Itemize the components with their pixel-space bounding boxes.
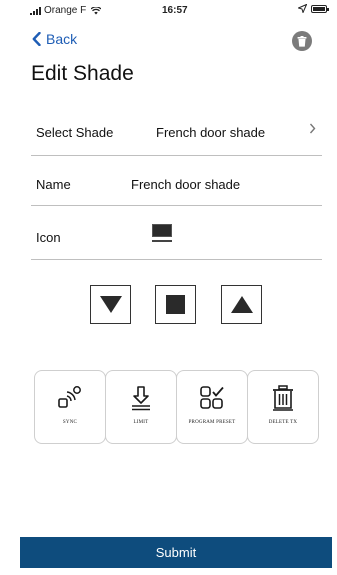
back-label: Back bbox=[46, 31, 78, 47]
name-label: Name bbox=[36, 177, 71, 192]
chevron-right-icon bbox=[309, 123, 316, 134]
wifi-icon bbox=[91, 6, 102, 14]
action-tiles: SYNC LIMIT PROGRAM PRESET DELETE TX bbox=[34, 370, 320, 444]
name-row[interactable]: Name French door shade bbox=[31, 166, 322, 206]
status-bar: Orange F 16:57 bbox=[30, 2, 329, 18]
shade-up-button[interactable] bbox=[221, 285, 262, 324]
name-field[interactable]: French door shade bbox=[131, 177, 240, 192]
carrier-label: Orange F bbox=[44, 5, 87, 16]
stop-icon bbox=[166, 295, 185, 314]
limit-icon bbox=[132, 386, 150, 411]
submit-label: Submit bbox=[155, 545, 197, 560]
delete-tx-label: DELETE TX bbox=[268, 420, 298, 425]
clock-time: 16:57 bbox=[162, 5, 188, 16]
shade-icon-picker[interactable] bbox=[152, 224, 172, 242]
arrow-down-icon bbox=[99, 296, 122, 313]
limit-label: LIMIT bbox=[133, 420, 149, 425]
chevron-left-icon bbox=[32, 32, 41, 46]
icon-row[interactable]: Icon bbox=[31, 218, 322, 260]
select-shade-value: French door shade bbox=[156, 125, 266, 140]
status-right bbox=[298, 4, 329, 13]
select-shade-row[interactable]: Select Shade French door shade bbox=[31, 114, 322, 156]
sync-icon bbox=[58, 386, 81, 408]
trash-icon bbox=[297, 35, 307, 47]
arrow-up-icon bbox=[230, 296, 253, 313]
page-title: Edit Shade bbox=[31, 62, 134, 85]
sync-button[interactable]: SYNC bbox=[34, 370, 106, 444]
shade-stop-button[interactable] bbox=[155, 285, 196, 324]
shade-down-button[interactable] bbox=[90, 285, 131, 324]
shade-icon bbox=[152, 224, 172, 237]
icon-label: Icon bbox=[36, 230, 61, 245]
delete-tx-icon bbox=[273, 385, 293, 411]
program-preset-icon bbox=[200, 386, 224, 409]
delete-tx-button[interactable]: DELETE TX bbox=[247, 370, 319, 444]
limit-button[interactable]: LIMIT bbox=[105, 370, 177, 444]
program-preset-label: PROGRAM PRESET bbox=[188, 420, 236, 425]
phone-screen: Orange F 16:57 Back Edit Shade Select Sh… bbox=[0, 0, 337, 575]
status-left: Orange F bbox=[30, 5, 102, 16]
submit-button[interactable]: Submit bbox=[20, 537, 332, 568]
location-arrow-icon bbox=[298, 4, 307, 13]
delete-shade-button[interactable] bbox=[292, 31, 312, 51]
shade-icon-underline bbox=[152, 240, 172, 242]
sync-label: SYNC bbox=[62, 420, 78, 425]
signal-icon bbox=[30, 6, 41, 15]
select-shade-label: Select Shade bbox=[36, 125, 114, 140]
back-button[interactable]: Back bbox=[32, 31, 77, 47]
battery-icon bbox=[311, 4, 329, 13]
program-preset-button[interactable]: PROGRAM PRESET bbox=[176, 370, 248, 444]
